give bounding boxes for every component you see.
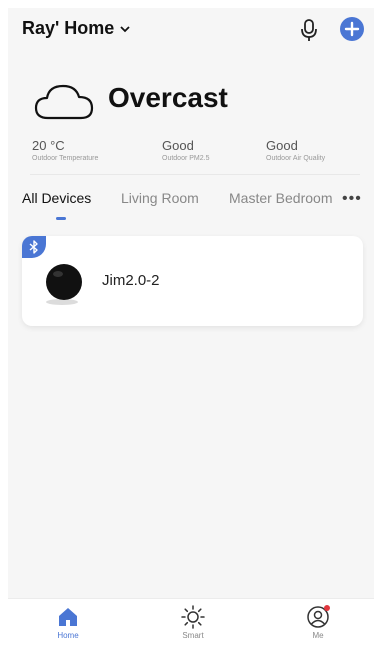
metric-value: Good [162,138,194,153]
metric-value: 20 °C [32,138,65,153]
weather-condition: Overcast [108,82,228,113]
nav-label: Home [57,631,79,640]
nav-label: Smart [182,631,204,640]
nav-me[interactable]: Me [288,605,348,640]
nav-label: Me [312,631,324,640]
tab-master-bedroom[interactable]: Master Bedroom [229,190,341,206]
device-card[interactable]: Jim2.0-2 [22,236,363,326]
home-name: Ray' Home [22,18,115,38]
bluetooth-badge [22,236,46,258]
metric-label: Outdoor Temperature [32,155,99,162]
tab-all-devices[interactable]: All Devices [22,190,91,206]
weather-metrics: 20 °C Outdoor Temperature Good Outdoor P… [30,138,360,168]
add-button[interactable] [340,17,364,41]
user-icon-wrap [306,605,330,629]
home-selector[interactable]: Ray' Home [22,18,130,39]
nav-home[interactable]: Home [38,605,98,640]
header: Ray' Home [8,8,374,52]
room-tabs: All Devices Living Room Master Bedroom •… [22,190,364,220]
more-tabs-button[interactable]: ••• [342,190,362,208]
microphone-icon[interactable] [298,18,320,42]
metric-label: Outdoor Air Quality [266,155,326,162]
cloud-icon [34,84,94,120]
metric-temperature: 20 °C Outdoor Temperature [32,138,98,162]
divider [30,174,360,175]
metric-label: Outdoor PM2.5 [162,155,210,162]
active-tab-indicator [56,217,66,220]
device-image [46,264,82,305]
metric-pm25: Good Outdoor PM2.5 [162,138,209,162]
bottom-nav: Home Smart Me [8,598,374,645]
sun-icon [181,605,205,629]
bluetooth-icon [29,240,38,254]
home-icon [59,608,77,626]
device-name: Jim2.0-2 [102,272,160,289]
plus-icon [344,21,360,37]
app-screen: Ray' Home Overcast 20 °C Outdoor Tempera… [8,8,374,645]
notification-dot [324,605,330,611]
chevron-down-icon [120,25,130,32]
nav-smart[interactable]: Smart [163,605,223,640]
metric-air-quality: Good Outdoor Air Quality [266,138,325,162]
metric-value: Good [266,138,298,153]
tab-living-room[interactable]: Living Room [121,190,199,206]
